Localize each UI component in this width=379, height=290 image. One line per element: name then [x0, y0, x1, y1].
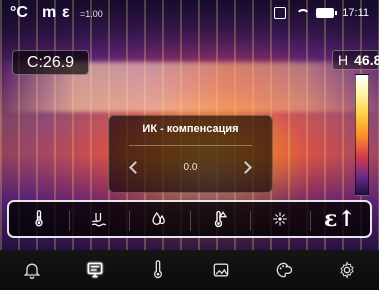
sd-card-icon	[274, 7, 287, 19]
status-bar: °C m ε =1.00 17:11	[0, 0, 379, 28]
emissivity-symbol: ε	[62, 4, 70, 21]
clock-time: 17:11	[342, 7, 369, 19]
emissivity-value: =1.00	[80, 9, 103, 19]
palette-icon	[276, 262, 293, 278]
tool-humidity[interactable]	[69, 202, 129, 236]
chevron-right-icon[interactable]	[239, 160, 253, 174]
dialog-divider	[129, 145, 252, 146]
gear-icon	[340, 261, 355, 279]
center-temperature-value: C:26.9	[26, 53, 75, 71]
image-icon	[213, 263, 229, 277]
status-icons: 17:11	[274, 7, 369, 19]
emissivity-icon: ε↑	[324, 206, 356, 232]
tool-delta-temperature[interactable]	[189, 202, 250, 236]
thermal-camera-screen: °C m ε =1.00 17:11 C:26.9 H 46.8 ИК - ко…	[0, 0, 379, 290]
color-scale-bar	[355, 74, 369, 196]
thermometer-icon	[35, 210, 43, 227]
compensation-value: 0.0	[183, 161, 198, 173]
nav-settings[interactable]	[316, 250, 379, 290]
tool-dewpoint[interactable]	[129, 202, 189, 236]
droplet-icon	[152, 211, 166, 225]
high-label: H	[338, 52, 349, 68]
nav-alarms[interactable]	[0, 250, 63, 290]
ir-compensation-dialog: ИК - компенсация 0.0	[108, 115, 273, 193]
center-temperature: C:26.9	[12, 50, 89, 75]
chevron-left-icon[interactable]	[128, 160, 142, 174]
nav-measurement[interactable]	[63, 250, 126, 290]
nav-temperature[interactable]	[126, 250, 189, 290]
wifi-icon	[294, 7, 311, 19]
measurement-tools-strip: ε↑	[7, 200, 372, 238]
thermometer-delta-icon	[214, 210, 227, 228]
tool-emissivity[interactable]: ε↑	[309, 202, 370, 236]
laser-icon	[273, 212, 287, 226]
temperature-unit: °C	[10, 4, 28, 21]
tool-thermometer[interactable]	[9, 202, 69, 236]
dialog-title: ИК - компенсация	[142, 123, 239, 135]
high-temperature-readout: H 46.8	[332, 50, 379, 70]
humidity-icon	[92, 213, 107, 227]
high-value: 46.8	[354, 52, 379, 68]
bell-icon	[23, 263, 40, 279]
nav-image[interactable]	[190, 250, 253, 290]
battery-icon	[316, 8, 338, 18]
temperature-scale: H 46.8	[329, 50, 379, 205]
dialog-value-row: 0.0	[109, 150, 272, 184]
monitor-icon	[87, 262, 103, 278]
thermometer-icon	[153, 260, 162, 279]
tool-laser[interactable]	[249, 202, 310, 236]
nav-palette[interactable]	[253, 250, 316, 290]
measurement-mode: m	[42, 4, 58, 21]
bottom-navigation	[0, 250, 379, 290]
